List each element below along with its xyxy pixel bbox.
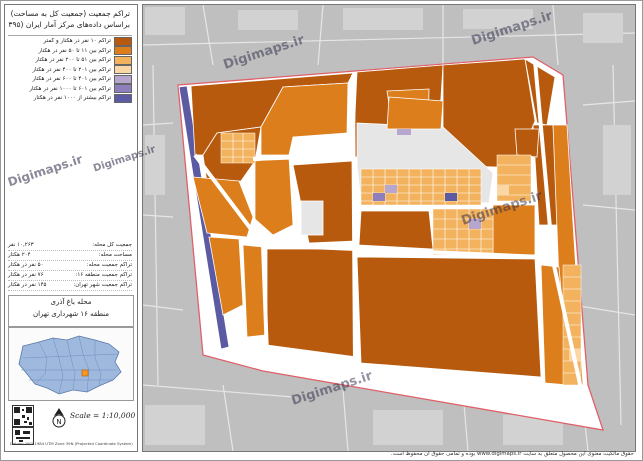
- legend-item: تراکم بین ۱۱ تا ۵۰ نفر در هکتار: [8, 46, 132, 56]
- map-view[interactable]: Digimaps.ir Digimaps.ir Digimaps.ir Digi…: [142, 4, 636, 452]
- legend-swatch: [114, 65, 132, 75]
- map-footer-block: N Scale = 1:10,000 Datum: WGS1984 UTM Zo…: [8, 401, 136, 447]
- stat-value: ۵۰ نفر در هکتار: [8, 262, 44, 268]
- region-name: منطقه ۱۶ شهرداری تهران: [32, 310, 110, 318]
- neighborhood-name: محله باغ آذری: [50, 298, 92, 306]
- legend-label: تراکم بیشتر از ۱۰۰۰ نفر در هکتار: [33, 95, 111, 102]
- stat-row: مساحت محله: ۲۰۴ هکتار: [8, 251, 132, 261]
- legend-swatch: [114, 84, 132, 94]
- copyright-footer: حقوق مالکیت معنوی این محصول متعلق به سای…: [390, 451, 634, 457]
- stat-label: تراکم جمعیت منطقه ۱۶:: [75, 272, 132, 278]
- qr-code-icon: [12, 405, 34, 427]
- stat-row: تراکم جمعیت محله: ۵۰ نفر در هکتار: [8, 261, 132, 271]
- legend-item: تراکم بیشتر از ۱۰۰۰ نفر در هکتار: [8, 93, 132, 103]
- locator-map-graphic: [18, 335, 122, 395]
- scale-label: Scale = 1:10,000: [70, 411, 136, 420]
- legend-item: تراکم بین ۵۱ تا ۲۰۰ نفر در هکتار: [8, 55, 132, 65]
- stat-row: تراکم جمعیت منطقه ۱۶: ۷۶ نفر در هکتار: [8, 271, 132, 281]
- info-panel: تراکم جمعیت (جمعیت کل به مساحت) براساس د…: [4, 4, 138, 452]
- stat-value: ۲۰۴ هکتار: [8, 252, 31, 258]
- legend-label: تراکم ۱۰ نفر در هکتار و کمتر: [43, 38, 111, 45]
- legend-label: تراکم بین ۲۰۱ تا ۴۰۰ نفر در هکتار: [32, 66, 111, 73]
- stat-label: تراکم جمعیت محله:: [86, 262, 132, 268]
- locator-map: [8, 327, 134, 401]
- legend-swatch: [114, 55, 132, 65]
- legend-swatch: [114, 74, 132, 84]
- stat-label: مساحت محله:: [98, 252, 132, 258]
- stats-table: جمعیت کل محله: ۱۰,۲۶۳ نفر مساحت محله: ۲۰۴ …: [8, 241, 132, 291]
- legend-swatch: [114, 46, 132, 56]
- legend-swatch: [114, 36, 132, 46]
- area-name-box: محله باغ آذری منطقه ۱۶ شهرداری تهران: [8, 295, 134, 327]
- svg-text:N: N: [56, 418, 61, 426]
- north-arrow-icon: N: [52, 407, 66, 429]
- legend-label: تراکم بین ۴۰۱ تا ۶۰۰ نفر در هکتار: [32, 76, 111, 83]
- stat-value: ۱۰,۲۶۳ نفر: [8, 242, 34, 248]
- legend-label: تراکم بین ۵۱ تا ۲۰۰ نفر در هکتار: [35, 57, 111, 64]
- legend-item: تراکم ۱۰ نفر در هکتار و کمتر: [8, 36, 132, 46]
- map-title: تراکم جمعیت (جمعیت کل به مساحت) براساس د…: [8, 8, 132, 36]
- legend-item: تراکم بین ۲۰۱ تا ۴۰۰ نفر در هکتار: [8, 65, 132, 75]
- legend-item: تراکم بین ۶۰۱ تا ۱۰۰۰ نفر در هکتار: [8, 84, 132, 94]
- legend: تراکم ۱۰ نفر در هکتار و کمتر تراکم بین ۱…: [8, 36, 132, 104]
- projection-note: Datum: WGS1984 UTM Zone 39N (Projected C…: [10, 441, 133, 446]
- stat-row: جمعیت کل محله: ۱۰,۲۶۳ نفر: [8, 241, 132, 251]
- legend-label: تراکم بین ۱۱ تا ۵۰ نفر در هکتار: [38, 47, 111, 54]
- legend-label: تراکم بین ۶۰۱ تا ۱۰۰۰ نفر در هکتار: [29, 85, 111, 92]
- stat-value: ۷۶ نفر در هکتار: [8, 272, 44, 278]
- stat-row: تراکم جمعیت شهر تهران: ۱۴۵ نفر در هکتار: [8, 281, 132, 291]
- map-title-line-1: تراکم جمعیت (جمعیت کل به مساحت): [10, 9, 130, 18]
- stat-value: ۱۴۵ نفر در هکتار: [8, 282, 47, 288]
- map-title-line-2: براساس داده‌های مرکز آمار ایران (۱۳۹۵): [8, 20, 130, 29]
- legend-item: تراکم بین ۴۰۱ تا ۶۰۰ نفر در هکتار: [8, 74, 132, 84]
- stat-label: جمعیت کل محله:: [92, 242, 132, 248]
- map-canvas: Digimaps.ir Digimaps.ir Digimaps.ir Digi…: [143, 5, 635, 451]
- stat-label: تراکم جمعیت شهر تهران:: [73, 282, 132, 288]
- legend-swatch: [114, 93, 132, 103]
